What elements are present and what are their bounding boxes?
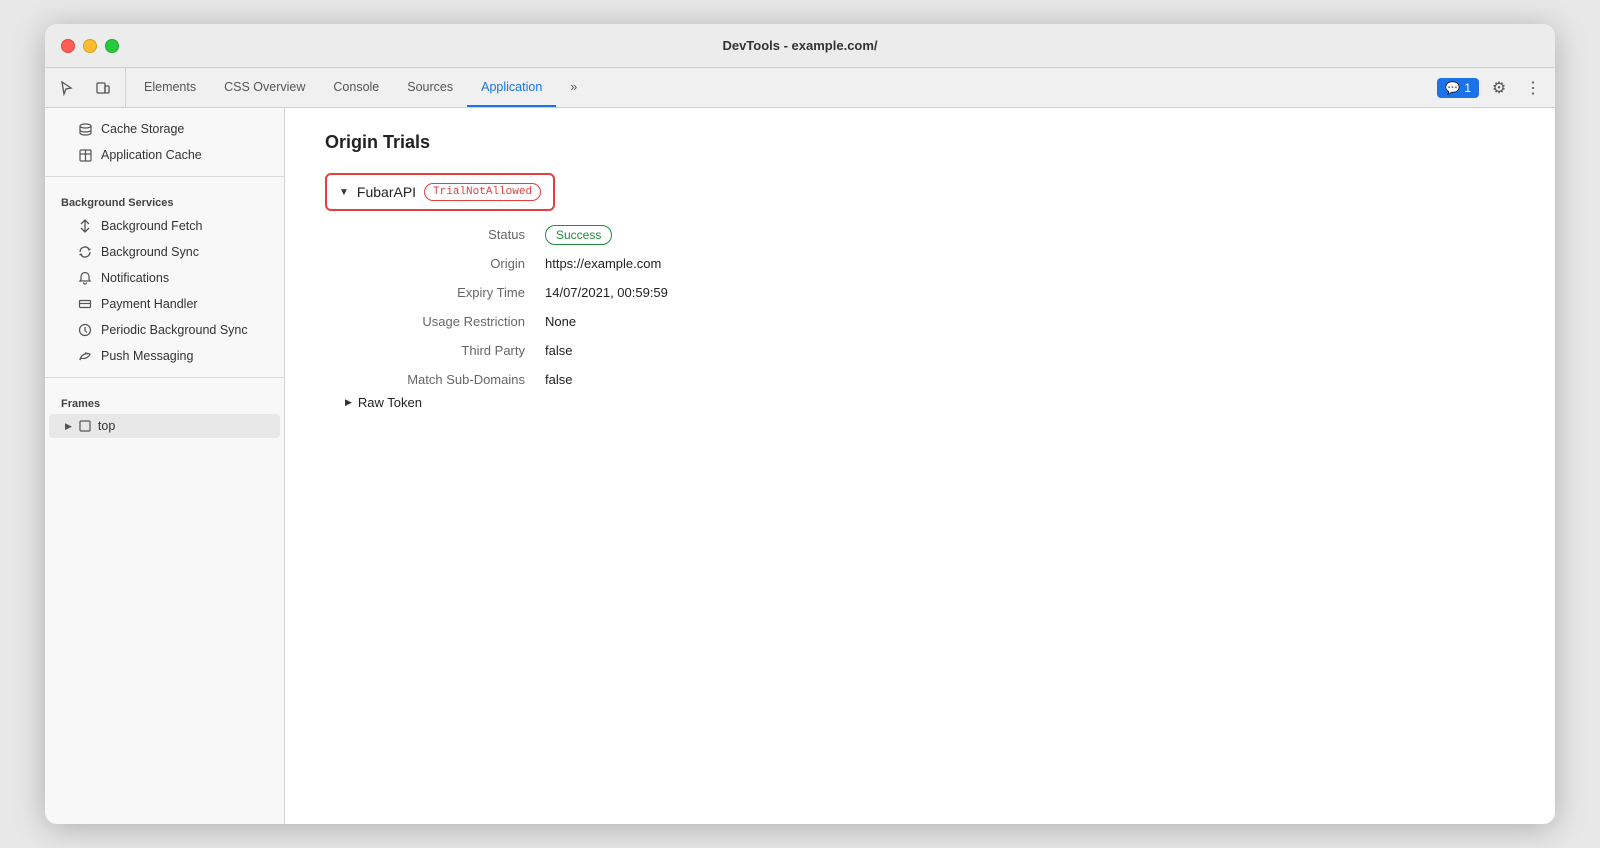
status-badge: Success	[545, 225, 612, 245]
badge-count: 1	[1464, 81, 1471, 95]
frames-top-label: top	[98, 419, 115, 433]
sidebar-divider-1	[45, 176, 284, 177]
sidebar-item-periodic-background-sync[interactable]: Periodic Background Sync	[49, 317, 280, 343]
match-sub-domains-value: false	[545, 372, 1515, 387]
usage-restriction-value: None	[545, 314, 1515, 329]
expiry-time-label: Expiry Time	[345, 285, 545, 300]
cache-storage-label: Cache Storage	[101, 122, 264, 136]
trial-header[interactable]: ▼ FubarAPI TrialNotAllowed	[325, 173, 555, 211]
device-toggle-icon[interactable]	[89, 74, 117, 102]
trial-entry: ▼ FubarAPI TrialNotAllowed Status Succes…	[325, 173, 1515, 410]
maximize-button[interactable]	[105, 39, 119, 53]
push-messaging-label: Push Messaging	[101, 349, 264, 363]
tab-application[interactable]: Application	[467, 68, 556, 107]
devtools-window: DevTools - example.com/ Elements CSS Ove…	[45, 24, 1555, 824]
tab-bar: Elements CSS Overview Console Sources Ap…	[45, 68, 1555, 108]
sidebar-item-application-cache[interactable]: Application Cache	[49, 142, 280, 168]
origin-value: https://example.com	[545, 256, 1515, 271]
tab-elements[interactable]: Elements	[130, 68, 210, 107]
application-cache-label: Application Cache	[101, 148, 264, 162]
expiry-time-value: 14/07/2021, 00:59:59	[545, 285, 1515, 300]
push-messaging-icon	[77, 348, 93, 364]
minimize-button[interactable]	[83, 39, 97, 53]
background-sync-icon	[77, 244, 93, 260]
payment-handler-icon	[77, 296, 93, 312]
message-icon: 💬	[1445, 81, 1460, 95]
sidebar-item-background-sync[interactable]: Background Sync	[49, 239, 280, 265]
sidebar-item-notifications[interactable]: Notifications	[49, 265, 280, 291]
traffic-lights	[61, 39, 119, 53]
payment-handler-label: Payment Handler	[101, 297, 264, 311]
content-area: Origin Trials ▼ FubarAPI TrialNotAllowed…	[285, 108, 1555, 824]
origin-label: Origin	[345, 256, 545, 271]
gear-icon: ⚙	[1492, 78, 1506, 98]
title-bar: DevTools - example.com/	[45, 24, 1555, 68]
application-cache-icon	[77, 147, 93, 163]
third-party-value: false	[545, 343, 1515, 358]
background-fetch-icon	[77, 218, 93, 234]
sidebar-item-push-messaging[interactable]: Push Messaging	[49, 343, 280, 369]
raw-token-row[interactable]: ▶ Raw Token	[325, 395, 1515, 410]
raw-token-label: Raw Token	[358, 395, 422, 410]
usage-restriction-label: Usage Restriction	[345, 314, 545, 329]
toolbar-right: 💬 1 ⚙ ⋮	[1437, 68, 1547, 107]
third-party-label: Third Party	[345, 343, 545, 358]
background-fetch-label: Background Fetch	[101, 219, 264, 233]
frames-arrow-icon: ▶	[65, 421, 72, 432]
frame-icon	[78, 419, 92, 433]
toolbar-left	[53, 68, 126, 107]
raw-token-arrow-icon: ▶	[345, 397, 352, 408]
trial-not-allowed-badge: TrialNotAllowed	[424, 183, 541, 201]
periodic-bg-sync-icon	[77, 322, 93, 338]
trial-details-table: Status Success Origin https://example.co…	[325, 227, 1515, 387]
window-title: DevTools - example.com/	[722, 38, 877, 53]
notifications-label: Notifications	[101, 271, 264, 285]
sidebar-item-cache-storage[interactable]: Cache Storage	[49, 116, 280, 142]
close-button[interactable]	[61, 39, 75, 53]
status-value: Success	[545, 227, 1515, 242]
sidebar-item-background-fetch[interactable]: Background Fetch	[49, 213, 280, 239]
more-icon: ⋮	[1525, 78, 1541, 98]
page-title: Origin Trials	[325, 132, 1515, 153]
tab-more[interactable]: »	[556, 68, 591, 107]
cursor-icon[interactable]	[53, 74, 81, 102]
trial-name: FubarAPI	[357, 184, 416, 200]
tab-css-overview[interactable]: CSS Overview	[210, 68, 319, 107]
sidebar-item-payment-handler[interactable]: Payment Handler	[49, 291, 280, 317]
sidebar-item-frames-top[interactable]: ▶ top	[49, 414, 280, 438]
tab-console[interactable]: Console	[319, 68, 393, 107]
frames-label: Frames	[45, 386, 284, 414]
more-menu-button[interactable]: ⋮	[1519, 74, 1547, 102]
sidebar-divider-2	[45, 377, 284, 378]
background-services-label: Background Services	[45, 185, 284, 213]
notifications-icon	[77, 270, 93, 286]
background-sync-label: Background Sync	[101, 245, 264, 259]
tab-sources[interactable]: Sources	[393, 68, 467, 107]
message-badge[interactable]: 💬 1	[1437, 78, 1479, 98]
match-sub-domains-label: Match Sub-Domains	[345, 372, 545, 387]
settings-button[interactable]: ⚙	[1485, 74, 1513, 102]
main-content: Cache Storage Application Cache Backgrou…	[45, 108, 1555, 824]
status-label: Status	[345, 227, 545, 242]
trial-expand-arrow: ▼	[339, 187, 349, 198]
cache-storage-icon	[77, 121, 93, 137]
periodic-background-sync-label: Periodic Background Sync	[101, 323, 264, 337]
sidebar: Cache Storage Application Cache Backgrou…	[45, 108, 285, 824]
tabs-container: Elements CSS Overview Console Sources Ap…	[130, 68, 1437, 107]
